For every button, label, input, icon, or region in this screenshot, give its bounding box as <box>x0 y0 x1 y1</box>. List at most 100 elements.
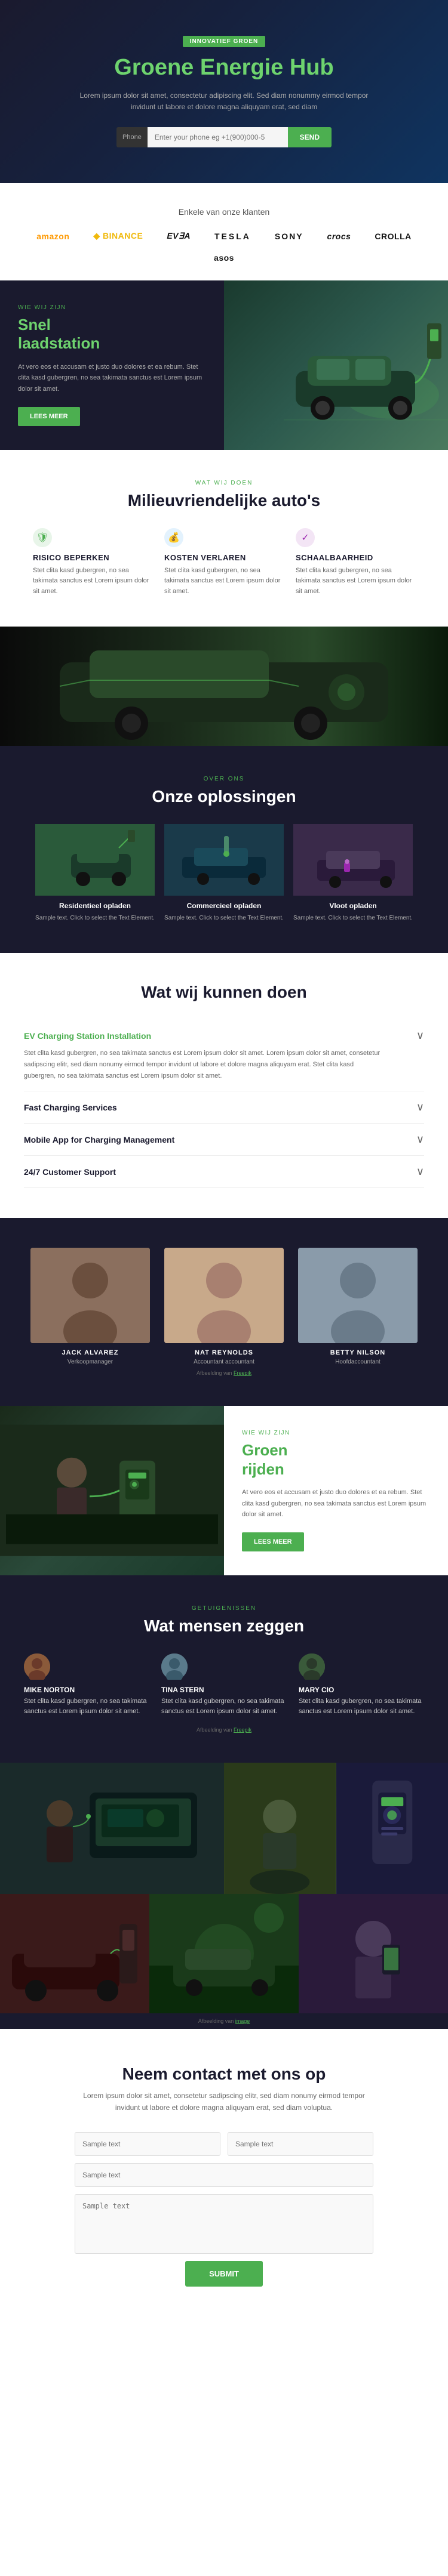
team-photo-1 <box>30 1248 150 1343</box>
who-title: Snel laadstation <box>18 316 206 353</box>
accordion-header-3[interactable]: Mobile App for Charging Management ∨ <box>24 1133 424 1146</box>
what-item-3: ✓ SCHAALBAARHEID Stet clita kasd gubergr… <box>296 528 415 597</box>
accordion-arrow-3: ∨ <box>416 1133 424 1146</box>
testimonial-card-3: MARY CIO Stet clita kasd gubergren, no s… <box>299 1653 424 1717</box>
gallery-attribution-link[interactable]: image <box>235 2018 250 2024</box>
what-item-desc-3: Stet clita kasd gubergren, no sea takima… <box>296 566 415 597</box>
who-tag: WIE WIJ ZIJN <box>18 304 206 311</box>
testimonial-text-2: Stet clita kasd gubergren, no sea takima… <box>161 1696 287 1717</box>
accordion-item-2: Fast Charging Services ∨ <box>24 1091 424 1124</box>
testimonial-text-1: Stet clita kasd gubergren, no sea takima… <box>24 1696 149 1717</box>
gallery-img-5 <box>149 1894 299 2013</box>
team-photo-2 <box>164 1248 284 1343</box>
contact-phone-input[interactable] <box>75 2163 373 2187</box>
gallery-item-1 <box>0 1763 224 1894</box>
green-drive-cta-button[interactable]: LEES MEER <box>242 1532 304 1551</box>
team-member-1: JACK ALVAREZ Verkoopmanager <box>30 1248 150 1365</box>
team-name-2: NAT REYNOLDS <box>164 1349 284 1356</box>
gallery-item-4 <box>0 1894 149 2013</box>
solution-img-svg-1 <box>35 824 155 896</box>
accordion-arrow-4: ∨ <box>416 1165 424 1178</box>
solutions-grid: Residentieel opladen Sample text. Click … <box>24 824 424 923</box>
testimonials-grid: MIKE NORTON Stet clita kasd gubergren, n… <box>24 1653 424 1717</box>
solution-label-1: Residentieel opladen <box>35 902 155 910</box>
gallery-item-3 <box>336 1763 448 1894</box>
testimonial-card-2: TINA STERN Stet clita kasd gubergren, no… <box>161 1653 287 1717</box>
gallery-attribution: Afbeelding van image <box>0 2013 448 2029</box>
hero-phone-input[interactable] <box>148 127 288 147</box>
client-logo-binance: ◆ BINANCE <box>93 231 143 241</box>
contact-name-input[interactable] <box>75 2132 220 2156</box>
gallery-item-5 <box>149 1894 299 2013</box>
testimonials-attribution-link[interactable]: Freepik <box>234 1727 251 1733</box>
what-item-1: 🛡 RISICO BEPERKEN Stet clita kasd guberg… <box>33 528 152 597</box>
risk-icon: 🛡 <box>33 528 52 547</box>
what-item-title-3: SCHAALBAARHEID <box>296 553 415 562</box>
green-drive-left <box>0 1406 224 1575</box>
client-logo-crocs: crocs <box>327 232 351 241</box>
accordion-header-1[interactable]: EV Charging Station Installation ∨ <box>24 1029 424 1042</box>
contact-message-input[interactable] <box>75 2194 373 2254</box>
solution-img-3 <box>293 824 413 896</box>
contact-title: Neem contact met ons op <box>24 2065 424 2084</box>
testimonial-card-1: MIKE NORTON Stet clita kasd gubergren, n… <box>24 1653 149 1717</box>
what-grid: 🛡 RISICO BEPERKEN Stet clita kasd guberg… <box>24 528 424 597</box>
green-drive-desc: At vero eos et accusam et justo duo dolo… <box>242 1487 430 1520</box>
who-cta-button[interactable]: LEES MEER <box>18 407 80 426</box>
gallery-item-6 <box>299 1894 448 2013</box>
who-car-image <box>224 280 448 449</box>
contact-email-input[interactable] <box>228 2132 373 2156</box>
solution-card-3: Vloot opladen Sample text. Click to sele… <box>293 824 413 923</box>
testimonial-name-2: TINA STERN <box>161 1686 287 1694</box>
solution-desc-3: Sample text. Click to select the Text El… <box>293 914 413 923</box>
green-drive-section: WIE WIJ ZIJN Groen rijden At vero eos et… <box>0 1406 448 1575</box>
client-logo-amazon: amazon <box>36 232 69 241</box>
testimonial-avatar-3 <box>299 1653 325 1680</box>
accordion-header-4[interactable]: 24/7 Customer Support ∨ <box>24 1165 424 1178</box>
solution-img-svg-3 <box>293 824 413 896</box>
team-photo-svg-3 <box>298 1248 418 1343</box>
client-logo-sony: SONY <box>275 232 303 241</box>
what-item-2: 💰 KOSTEN VERLAREN Stet clita kasd guberg… <box>164 528 284 597</box>
green-drive-illustration <box>0 1406 224 1575</box>
accordion-title-4: 24/7 Customer Support <box>24 1167 116 1177</box>
what-item-desc-2: Stet clita kasd gubergren, no sea takima… <box>164 566 284 597</box>
cost-icon: 💰 <box>164 528 183 547</box>
gallery-row-1 <box>0 1763 448 1894</box>
client-logo-tesla: TESLA <box>214 232 251 241</box>
green-drive-tag: WIE WIJ ZIJN <box>242 1430 430 1436</box>
green-drive-right: WIE WIJ ZIJN Groen rijden At vero eos et… <box>224 1406 448 1575</box>
testimonials-tag: GETUIGENISSEN <box>24 1605 424 1612</box>
solutions-section: OVER ONS Onze oplossingen Residentieel o… <box>0 746 448 953</box>
can-do-title: Wat wij kunnen doen <box>24 983 424 1002</box>
testimonial-name-1: MIKE NORTON <box>24 1686 149 1694</box>
gallery-item-2 <box>224 1763 336 1894</box>
accordion-item-4: 24/7 Customer Support ∨ <box>24 1156 424 1188</box>
gallery-section: Afbeelding van image <box>0 1763 448 2029</box>
solution-card-1: Residentieel opladen Sample text. Click … <box>35 824 155 923</box>
gallery-img-4 <box>0 1894 149 2013</box>
solution-img-svg-2 <box>164 824 284 896</box>
team-grid: JACK ALVAREZ Verkoopmanager NAT REYNOLDS… <box>24 1248 424 1365</box>
accordion-header-2[interactable]: Fast Charging Services ∨ <box>24 1101 424 1113</box>
hero-send-button[interactable]: SEND <box>288 127 332 147</box>
ev-banner-illustration <box>0 627 448 746</box>
accordion-item-1: EV Charging Station Installation ∨ Stet … <box>24 1020 424 1091</box>
testimonials-section: GETUIGENISSEN Wat mensen zeggen MIKE NOR… <box>0 1575 448 1763</box>
client-logo-crolla: CROLLA <box>375 232 411 241</box>
team-attribution-link[interactable]: Freepik <box>234 1370 251 1376</box>
team-section: JACK ALVAREZ Verkoopmanager NAT REYNOLDS… <box>0 1218 448 1406</box>
solution-card-2: Commercieel opladen Sample text. Click t… <box>164 824 284 923</box>
team-member-3: BETTY NILSON Hoofdaccountant <box>298 1248 418 1365</box>
what-item-title-1: RISICO BEPERKEN <box>33 553 152 562</box>
accordion-title-3: Mobile App for Charging Management <box>24 1135 174 1144</box>
what-item-desc-1: Stet clita kasd gubergren, no sea takima… <box>33 566 152 597</box>
contact-submit-button[interactable]: SUBMIT <box>185 2261 263 2287</box>
who-description: At vero eos et accusam et justo duo dolo… <box>18 362 206 395</box>
can-do-section: Wat wij kunnen doen EV Charging Station … <box>0 953 448 1218</box>
ev-banner <box>0 627 448 746</box>
solution-label-3: Vloot opladen <box>293 902 413 910</box>
hero-section: INNOVATIEF GROEN Groene Energie Hub Lore… <box>0 0 448 183</box>
gallery-row-2 <box>0 1894 448 2013</box>
accordion-title-1: EV Charging Station Installation <box>24 1031 151 1041</box>
